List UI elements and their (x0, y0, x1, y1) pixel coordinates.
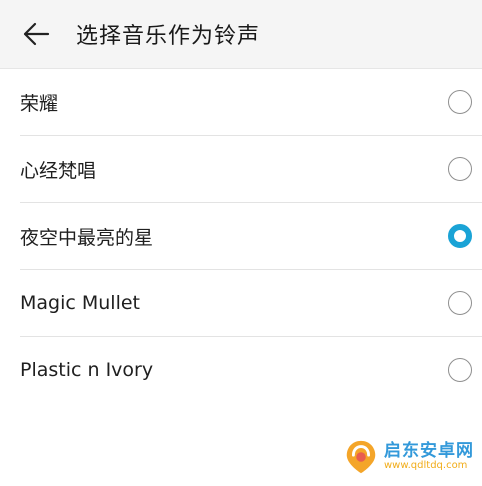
ringtone-label: Magic Mullet (20, 292, 140, 314)
watermark-url: www.qdltdq.com (384, 459, 468, 471)
ringtone-item[interactable]: Magic Mullet (20, 270, 482, 337)
ringtone-item[interactable]: 心经梵唱 (20, 136, 482, 203)
app-header: 选择音乐作为铃声 (0, 0, 482, 69)
page-title: 选择音乐作为铃声 (76, 24, 261, 49)
back-button[interactable] (18, 16, 54, 52)
ringtone-list: 荣耀 心经梵唱 夜空中最亮的星 Magic Mullet Plastic n I… (0, 69, 482, 403)
ringtone-item[interactable]: Plastic n Ivory (20, 337, 482, 403)
ringtone-label: 夜空中最亮的星 (20, 226, 154, 249)
arrow-left-icon (23, 22, 50, 46)
ringtone-item[interactable]: 夜空中最亮的星 (20, 203, 482, 270)
radio-button[interactable] (448, 157, 472, 181)
radio-button[interactable] (448, 224, 472, 248)
ringtone-label: 心经梵唱 (20, 159, 97, 182)
site-watermark: 启东安卓网 www.qdltdq.com (342, 438, 474, 476)
ringtone-label: 荣耀 (20, 92, 59, 115)
watermark-logo-icon (346, 440, 376, 474)
ringtone-item[interactable]: 荣耀 (20, 69, 482, 136)
ringtone-label: Plastic n Ivory (20, 359, 154, 381)
watermark-name: 启东安卓网 (384, 440, 474, 461)
watermark-text: 启东安卓网 www.qdltdq.com (384, 440, 474, 471)
radio-button[interactable] (448, 90, 472, 114)
radio-button[interactable] (448, 358, 472, 382)
radio-button[interactable] (448, 291, 472, 315)
